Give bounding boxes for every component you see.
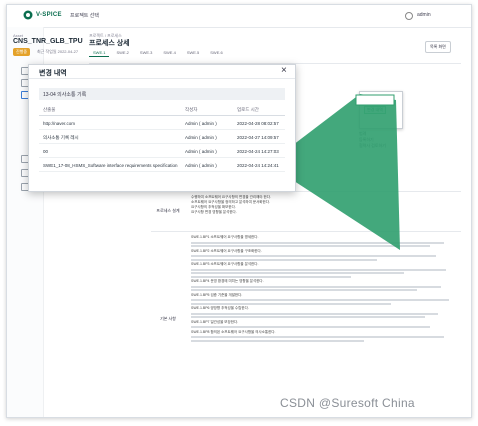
time-cell: 2022-04-24 14:27:03 [237,149,279,154]
change-history-modal: 변경 내역 × 13-04 의사소통 기록 산출물 작성자 업로드 시간 htt… [28,64,296,192]
project-meta: 최근 작업일 2022-04-27 [37,49,79,54]
side-legend-list: 범례 등록하기 협력사 검토하기 [359,105,386,149]
author-cell: Admin ( admin ) [185,149,217,154]
doc-line: SWE.1.BP7 일관성을 보장한다. [191,319,239,324]
logo-icon [23,10,33,20]
time-cell: 2022-04-28 08:02:57 [237,121,279,126]
section-title: 13-04 의사소통 기록 [43,92,87,98]
list-view-button[interactable]: 목록 화면 [425,41,451,53]
column-header-file: 산출물 [43,107,56,112]
tab-swe4[interactable]: SWE.4 [159,49,179,57]
doc-line: SWE.1.BP5 검증 기준을 개발한다. [191,292,243,297]
doc-row-label: 프로세스 설계 [156,208,180,213]
doc-line: SWE.1.BP8 합의된 소프트웨어 요구사항을 의사소통한다. [191,329,276,334]
modal-section-header: 13-04 의사소통 기록 [39,88,285,100]
modal-divider [29,78,295,79]
status-badge: 진행중 [13,48,31,56]
process-tabs: SWE.1 SWE.2 SWE.3 SWE.4 SWE.5 SWE.6 [89,49,227,57]
file-link[interactable]: http://naver.com [43,121,75,126]
doc-line: SWE.1.BP4 운영 환경에 미치는 영향을 분석한다. [191,279,264,283]
author-cell: Admin ( admin ) [185,121,217,126]
project-select[interactable]: 프로젝트 선택 [70,12,99,19]
time-cell: 2022-04-27 14:09:57 [237,135,279,140]
doc-row-base: 기본 사항 SWE.1.BP1 소프트웨어 요구사항을 명세한다. SWE.1.… [151,231,461,412]
doc-line: SWE.1.BP2 소프트웨어 요구사항을 구조화한다. [191,248,262,253]
page-title: 프로세스 상세 [89,40,130,47]
file-link[interactable]: 의사소통 기록 레시 [43,135,79,141]
watermark: CSDN @Suresoft China [280,396,415,410]
close-icon[interactable]: × [281,65,287,76]
time-cell: 2022-04-24 14:24:41 [237,163,279,168]
table-row: 00 Admin ( admin ) 2022-04-24 14:27:03 [39,146,285,158]
tab-swe6[interactable]: SWE.6 [206,49,226,57]
file-link[interactable]: 00 [43,149,48,154]
table-header: 산출물 작성자 업로드 시간 [39,105,285,116]
author-cell: Admin ( admin ) [185,163,217,168]
table-row: SWE1_17-08_HSMS_Software interface requi… [39,160,285,172]
table-row: 의사소통 기록 레시 Admin ( admin ) 2022-04-27 14… [39,132,285,144]
top-header: V-SPICE 프로젝트 선택 admin [7,5,471,28]
doc-line: SWE.1.BP3 소프트웨어 요구사항을 분석한다. [191,262,259,266]
doc-row-text: 수행하여 소프트웨어 요구사항의 변경을 관리해야 한다. 소프트웨어 요구사항… [191,195,457,215]
doc-row-design: 프로세스 설계 수행하여 소프트웨어 요구사항의 변경을 관리해야 한다. 소프… [151,191,461,230]
partner-review-link[interactable]: 협력사 검토하기 [359,143,386,149]
doc-row-label: 기본 사항 [160,316,176,321]
doc-line: SWE.1.BP1 소프트웨어 요구사항을 명세한다. [191,235,259,239]
file-link[interactable]: SWE1_17-08_HSMS_Software interface requi… [43,163,178,168]
author-cell: Admin ( admin ) [185,135,217,140]
settings-icon[interactable] [405,12,413,20]
tab-swe3[interactable]: SWE.3 [136,49,156,57]
tab-swe1[interactable]: SWE.1 [89,49,110,57]
project-name: CNS_TNR_GLB_TPU [13,38,83,45]
doc-line: 요구사항 변경 영향을 분석한다. [191,210,237,214]
upload-menu-item[interactable]: 업로드 [364,96,375,102]
brand-name: V-SPICE [36,12,62,18]
doc-line: SWE.1.BP6 양방향 추적성을 수립한다. [191,306,249,310]
user-menu[interactable]: admin [417,12,431,18]
column-header-author: 작성자 [185,107,198,112]
doc-row-text: SWE.1.BP1 소프트웨어 요구사항을 명세한다. SWE.1.BP2 소프… [191,235,457,343]
tab-swe5[interactable]: SWE.5 [183,49,203,57]
tab-swe2[interactable]: SWE.2 [112,49,132,57]
table-row: http://naver.com Admin ( admin ) 2022-04… [39,118,285,130]
modal-title: 변경 내역 [39,70,67,77]
column-header-time: 업로드 시간 [237,107,259,112]
